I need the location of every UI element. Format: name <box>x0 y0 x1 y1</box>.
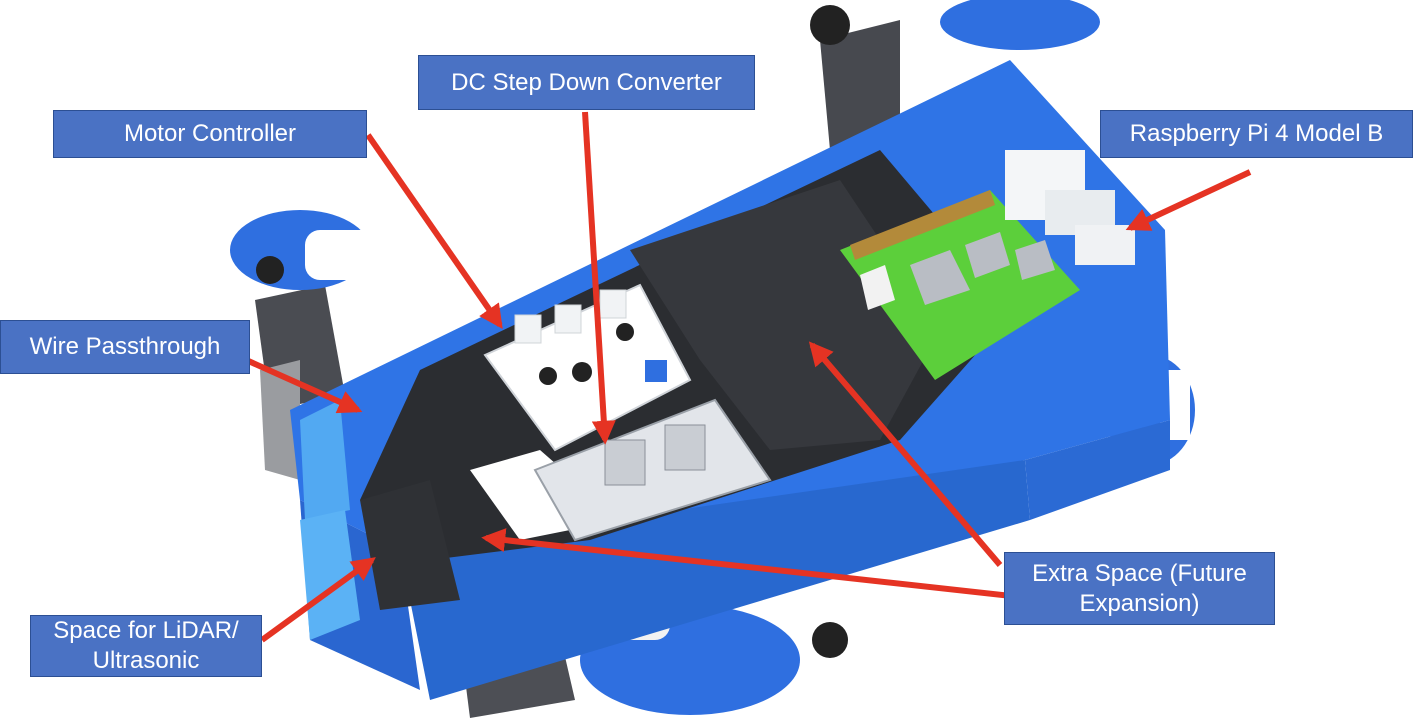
callout-wire-passthrough: Wire Passthrough <box>0 320 250 374</box>
callout-lidar-space: Space for LiDAR/ Ultrasonic <box>30 615 262 677</box>
callout-raspberry-pi: Raspberry Pi 4 Model B <box>1100 110 1413 158</box>
callout-dc-step-down-converter: DC Step Down Converter <box>418 55 755 110</box>
callout-motor-controller: Motor Controller <box>53 110 367 158</box>
callout-extra-space: Extra Space (Future Expansion) <box>1004 552 1275 625</box>
